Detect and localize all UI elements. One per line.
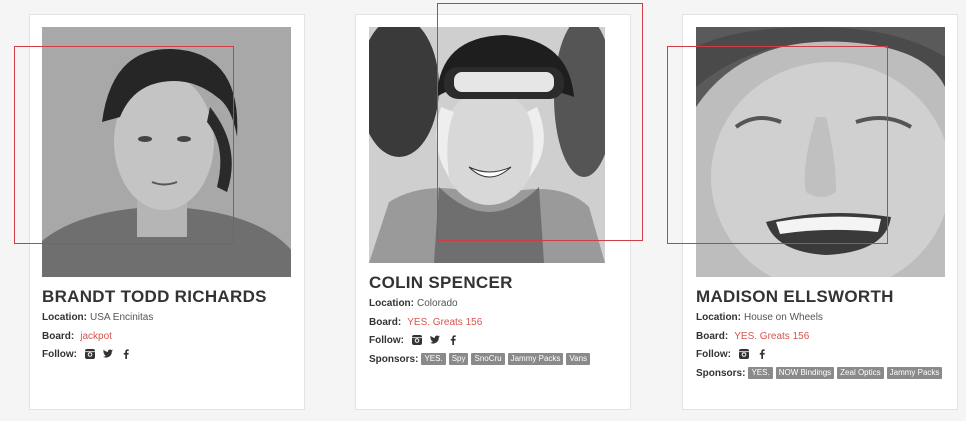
instagram-icon[interactable] [738, 348, 750, 360]
facebook-icon[interactable] [120, 348, 132, 360]
rider-name: BRANDT TODD RICHARDS [42, 287, 267, 306]
location-label: Location: [42, 312, 87, 323]
sponsor-tag[interactable]: Zeal Optics [837, 367, 884, 379]
board-row: Board: YES. Greats 156 [369, 317, 482, 328]
sponsors-label: Sponsors: [696, 367, 746, 379]
instagram-icon[interactable] [411, 334, 423, 346]
location-row: Location: Colorado [369, 298, 458, 309]
location-row: Location: House on Wheels [696, 312, 823, 323]
location-label: Location: [696, 312, 741, 323]
location-row: Location: USA Encinitas [42, 312, 153, 323]
sponsor-tag[interactable]: NOW Bindings [775, 367, 835, 379]
rider-photo-brandt[interactable] [42, 27, 291, 277]
sponsors-row: Sponsors: YES. NOW Bindings Zeal Optics … [696, 367, 945, 379]
sponsors-label: Sponsors: [369, 353, 419, 365]
board-link[interactable]: YES. Greats 156 [407, 317, 482, 328]
board-link[interactable]: YES. Greats 156 [734, 331, 809, 342]
board-label: Board: [42, 331, 75, 342]
facebook-icon[interactable] [756, 348, 768, 360]
location-value: Colorado [417, 298, 458, 309]
location-label: Location: [369, 298, 414, 309]
sponsor-tag[interactable]: Spy [448, 353, 469, 365]
sponsor-tag[interactable]: Jammy Packs [507, 353, 564, 365]
board-row: Board: YES. Greats 156 [696, 331, 809, 342]
location-value: USA Encinitas [90, 312, 154, 323]
follow-row: Follow: [696, 348, 774, 360]
follow-row: Follow: [369, 334, 465, 346]
sponsor-tag[interactable]: YES. [748, 367, 773, 379]
sponsor-tag[interactable]: YES. [421, 353, 446, 365]
board-label: Board: [369, 317, 402, 328]
board-link[interactable]: jackpot [80, 331, 112, 342]
twitter-icon[interactable] [102, 348, 114, 360]
sponsor-tag[interactable]: Vans [566, 353, 591, 365]
follow-label: Follow: [369, 334, 404, 346]
rider-photo-madison[interactable] [696, 27, 945, 277]
follow-label: Follow: [696, 348, 731, 360]
sponsor-tag[interactable]: SnoCru [471, 353, 505, 365]
instagram-icon[interactable] [84, 348, 96, 360]
follow-row: Follow: [42, 348, 138, 360]
board-label: Board: [696, 331, 729, 342]
twitter-icon[interactable] [429, 334, 441, 346]
sponsor-tag[interactable]: Jammy Packs [886, 367, 943, 379]
rider-name: COLIN SPENCER [369, 273, 513, 292]
facebook-icon[interactable] [447, 334, 459, 346]
location-value: House on Wheels [744, 312, 823, 323]
board-row: Board: jackpot [42, 331, 112, 342]
follow-label: Follow: [42, 348, 77, 360]
rider-name: MADISON ELLSWORTH [696, 287, 894, 306]
sponsors-row: Sponsors: YES. Spy SnoCru Jammy Packs Va… [369, 353, 593, 365]
rider-photo-colin[interactable] [369, 27, 605, 263]
